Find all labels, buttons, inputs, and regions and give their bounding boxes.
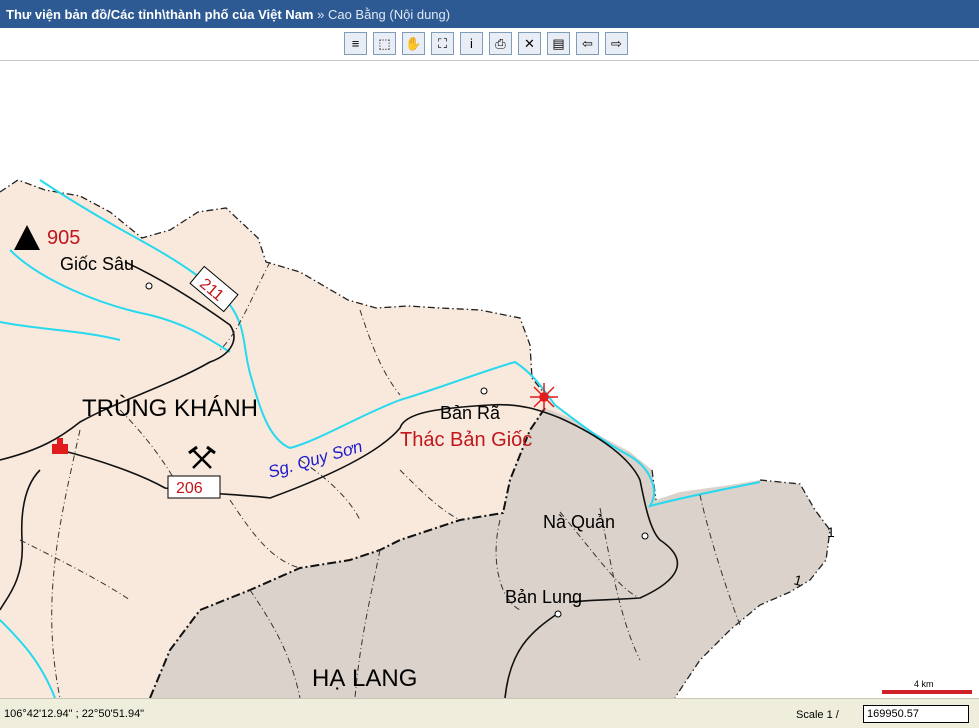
full-extent-icon: ⛶: [437, 35, 448, 51]
scale-bar: 4 km: [882, 679, 972, 694]
info-button[interactable]: i: [460, 32, 483, 55]
waterfall-icon: [530, 383, 558, 411]
title-path: Thư viện bản đồ/Các tỉnh\thành phố của V…: [6, 7, 314, 22]
label-border-marker: 1: [827, 524, 835, 540]
label-ban-ra: Bản Rã: [440, 403, 501, 423]
arrow-right-icon: ⇨: [611, 35, 622, 51]
village-marker-ban-lung: [554, 610, 562, 618]
label-ban-lung: Bản Lung: [505, 587, 582, 607]
status-bar: 106°42'12.94" ; 22°50'51.94" Scale 1 /: [0, 698, 979, 728]
printer-icon: ⎙: [495, 35, 506, 51]
label-gioc-sau: Giốc Sâu: [60, 254, 134, 274]
village-marker-gioc-sau: [145, 282, 153, 290]
scale-bar-label: 4 km: [914, 679, 934, 689]
clear-icon: ✕: [524, 35, 535, 51]
cursor-coordinates: 106°42'12.94" ; 22°50'51.94": [4, 708, 145, 720]
clear-button[interactable]: ✕: [518, 32, 541, 55]
label-thac-ban-gioc: Thác Bản Giốc: [400, 429, 532, 451]
scale-label: Scale 1 /: [796, 709, 839, 721]
arrow-left-icon: ⇦: [582, 35, 593, 51]
info-icon: i: [470, 36, 473, 51]
zoom-select-button[interactable]: ⬚: [373, 32, 396, 55]
village-marker-ban-ra: [480, 387, 488, 395]
title-separator: »: [317, 7, 325, 22]
label-road-206: 206: [176, 480, 203, 497]
zoom-select-icon: ⬚: [378, 35, 391, 51]
legend-button[interactable]: ▤: [547, 32, 570, 55]
title-current-map: Cao Bằng (Nội dung): [327, 7, 451, 22]
village-marker-na-quan: [641, 532, 649, 540]
layers-icon: ≡: [351, 36, 360, 51]
title-bar: Thư viện bản đồ/Các tỉnh\thành phố của V…: [0, 0, 979, 28]
layers-button[interactable]: ≡: [344, 32, 367, 55]
label-peak-elevation: 905: [47, 227, 80, 249]
forward-button[interactable]: ⇨: [605, 32, 628, 55]
map-toolbar: ≡ ⬚ ✋ ⛶ i ⎙ ✕ ▤ ⇦ ⇨: [0, 28, 979, 61]
print-button[interactable]: ⎙: [489, 32, 512, 55]
scale-input[interactable]: [863, 705, 969, 723]
full-extent-button[interactable]: ⛶: [431, 32, 454, 55]
hand-icon: ✋: [405, 35, 422, 51]
book-icon: ▤: [552, 35, 565, 51]
pan-button[interactable]: ✋: [402, 32, 425, 55]
back-button[interactable]: ⇦: [576, 32, 599, 55]
map-canvas[interactable]: 905 Giốc Sâu 211 TRÙNG KHÁNH Bản Rã Thác…: [0, 61, 979, 698]
label-ha-lang: HẠ LANG: [312, 665, 417, 692]
label-na-quan: Nà Quản: [543, 512, 615, 532]
label-trung-khanh: TRÙNG KHÁNH: [82, 395, 258, 422]
